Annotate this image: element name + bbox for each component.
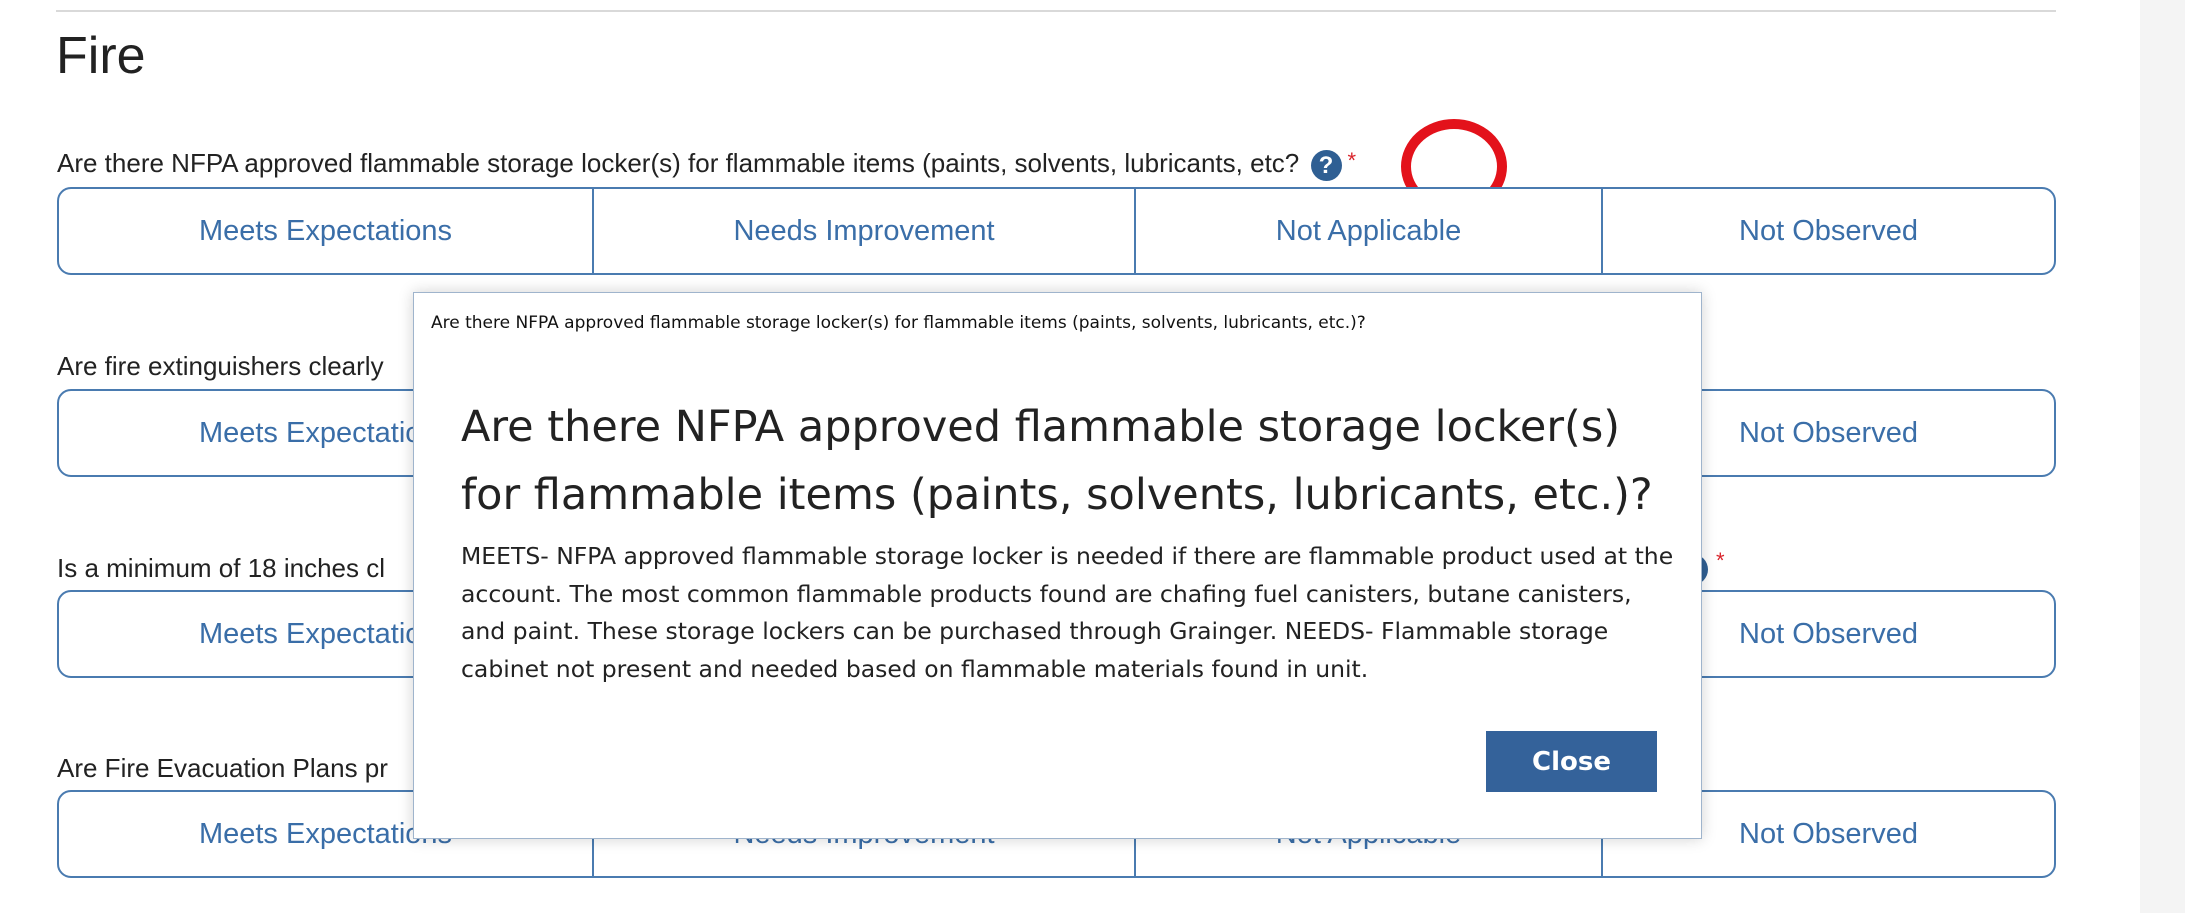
dialog-caption: Are there NFPA approved flammable storag… [431,313,1366,333]
close-button[interactable]: Close [1486,731,1657,792]
question-1-label: Are there NFPA approved flammable storag… [57,148,1356,181]
help-icon[interactable]: ? [1310,149,1342,181]
option-not-applicable[interactable]: Not Applicable [1136,189,1603,273]
question-1-text-tail: ? [1284,148,1300,178]
required-asterisk: * [1347,148,1357,173]
dialog-body-text: MEETS- NFPA approved flammable storage l… [461,542,1674,683]
option-not-observed[interactable]: Not Observed [1603,189,2054,273]
question-1-text: Are there NFPA approved flammable storag… [57,148,1285,178]
question-2-label: Are fire extinguishers clearly [57,351,384,381]
help-dialog: Are there NFPA approved flammable storag… [413,292,1702,839]
required-asterisk: * [1716,548,1725,573]
dialog-heading: Are there NFPA approved flammable storag… [461,402,1653,520]
option-meets-expectations[interactable]: Meets Expectations [59,189,594,273]
right-gutter [2140,0,2185,913]
question-3-label: Is a minimum of 18 inches cl [57,553,386,583]
section-title: Fire [56,27,146,85]
option-needs-improvement[interactable]: Needs Improvement [594,189,1136,273]
question-4-label: Are Fire Evacuation Plans pr [57,753,388,783]
question-1-options: Meets Expectations Needs Improvement Not… [57,187,2056,275]
top-divider [56,10,2056,12]
